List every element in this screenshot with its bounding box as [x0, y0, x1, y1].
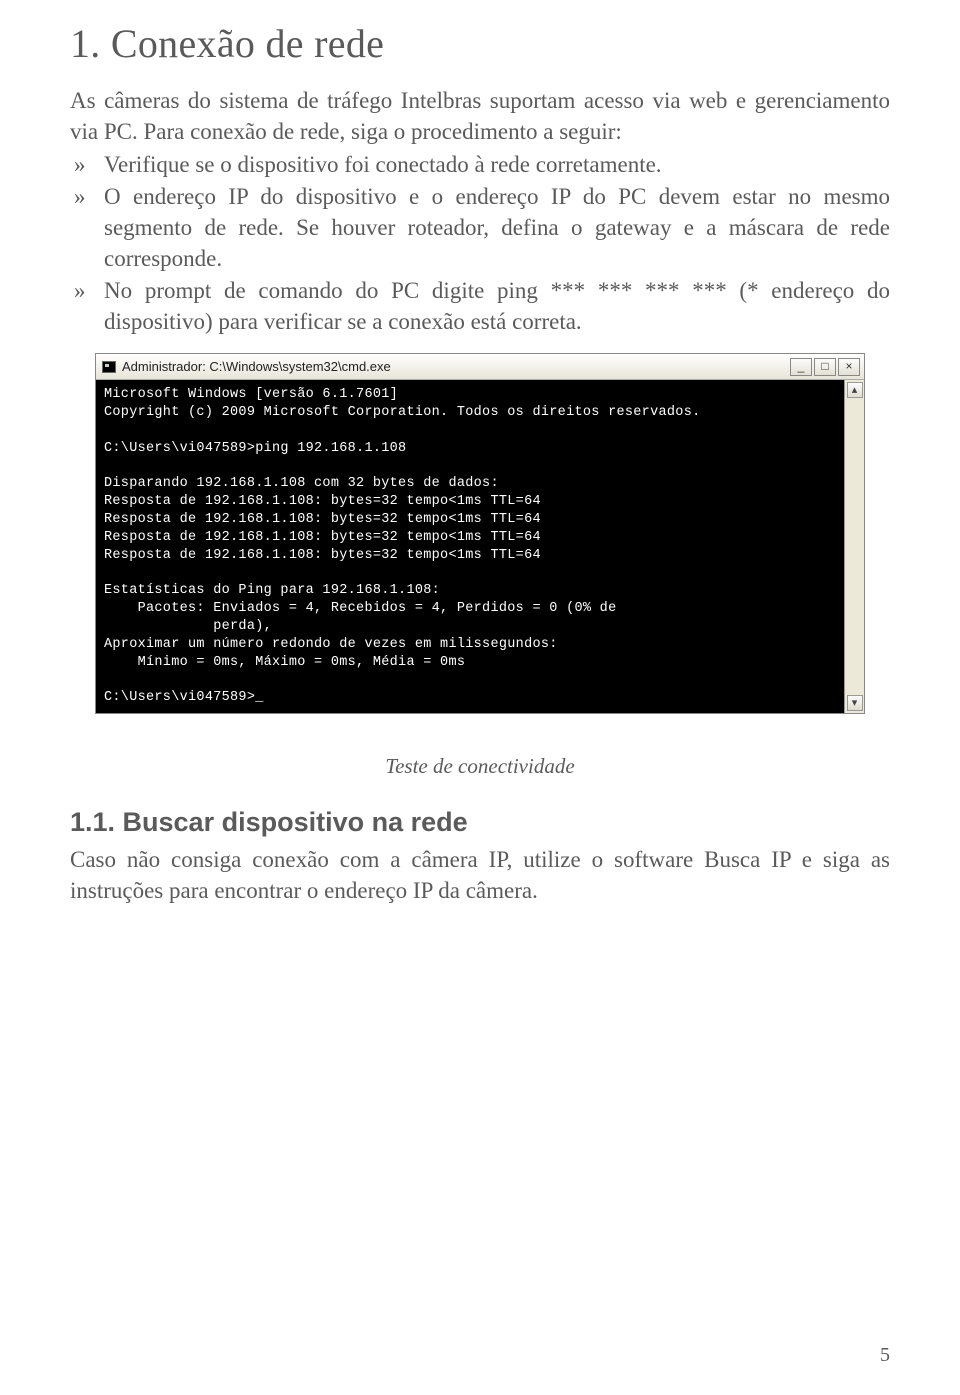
section-heading: 1. Conexão de rede — [70, 20, 890, 67]
cmd-output: Microsoft Windows [versão 6.1.7601] Copy… — [96, 380, 844, 713]
cmd-scrollbar[interactable]: ▴ ▾ — [844, 380, 864, 713]
window-buttons: _ □ × — [790, 358, 860, 376]
cmd-app-icon — [102, 361, 116, 373]
list-item: Verifique se o dispositivo foi conectado… — [104, 149, 890, 180]
scroll-down-icon[interactable]: ▾ — [847, 695, 863, 711]
subsection-body: Caso não consiga conexão com a câmera IP… — [70, 844, 890, 906]
minimize-button[interactable]: _ — [790, 358, 812, 376]
close-button[interactable]: × — [838, 358, 860, 376]
list-item: O endereço IP do dispositivo e o endereç… — [104, 181, 890, 274]
maximize-button[interactable]: □ — [814, 358, 836, 376]
scroll-up-icon[interactable]: ▴ — [847, 382, 863, 398]
page-number: 5 — [880, 1344, 890, 1367]
figure-caption: Teste de conectividade — [70, 754, 890, 779]
instruction-list: Verifique se o dispositivo foi conectado… — [70, 149, 890, 337]
cmd-window: Administrador: C:\Windows\system32\cmd.e… — [95, 353, 865, 714]
intro-paragraph: As câmeras do sistema de tráfego Intelbr… — [70, 85, 890, 147]
cmd-title-text: Administrador: C:\Windows\system32\cmd.e… — [122, 359, 391, 374]
cmd-titlebar: Administrador: C:\Windows\system32\cmd.e… — [96, 354, 864, 380]
list-item: No prompt de comando do PC digite ping *… — [104, 275, 890, 337]
subsection-heading: 1.1. Buscar dispositivo na rede — [70, 807, 890, 838]
